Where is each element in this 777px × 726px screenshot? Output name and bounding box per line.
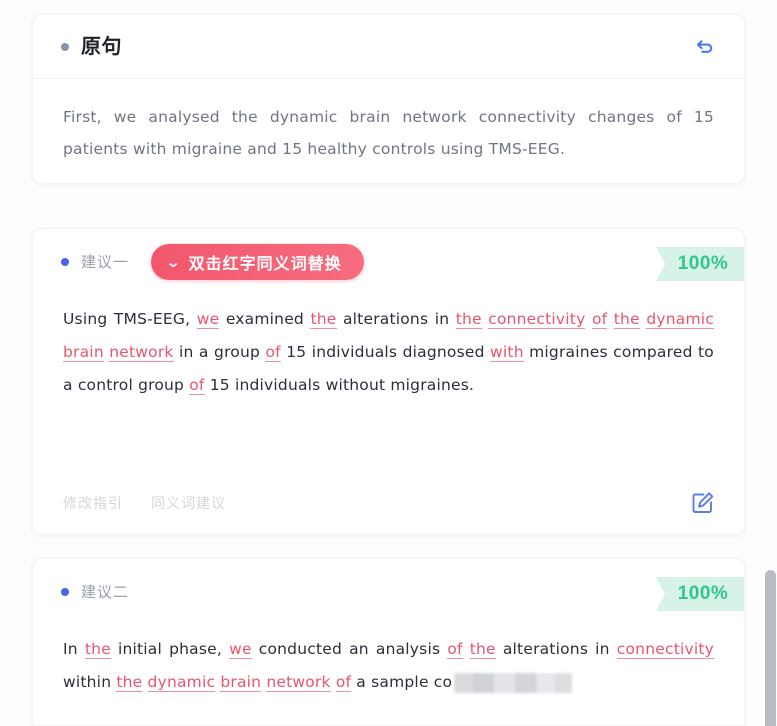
scrollbar-track[interactable] [764,0,777,726]
original-sentence-card: 原句 First, we analysed the dynamic brain … [32,14,745,184]
suggestion-2-score-badge: 100% [656,577,744,611]
highlighted-word[interactable]: connectivity [616,640,715,659]
highlighted-word[interactable]: the [469,640,496,659]
highlighted-word[interactable]: dynamic [147,673,216,692]
highlighted-word[interactable]: brain [220,673,262,692]
highlighted-word[interactable]: of [265,343,281,362]
edit-button[interactable] [688,488,718,518]
highlighted-word[interactable]: with [490,343,524,362]
suggestion-2-text: In the initial phase, we conducted an an… [63,640,715,693]
undo-button[interactable] [688,30,722,64]
review-panel: 原句 First, we analysed the dynamic brain … [0,0,777,726]
highlighted-word[interactable]: we [196,310,220,329]
highlighted-word[interactable]: dynamic [646,310,714,329]
highlighted-word[interactable]: of [335,673,352,692]
highlighted-word[interactable]: the [455,310,482,329]
highlighted-word[interactable]: the [310,310,337,329]
gray-dot-icon [61,42,69,51]
suggestion-1-text: Using TMS-EEG, we examined the alteratio… [63,310,714,395]
highlighted-word[interactable]: of [189,376,205,395]
suggestion-1-header: 建议一 ⌄ 双击红字同义词替换 100% [33,229,744,295]
synonym-suggestion-link[interactable]: 同义词建议 [151,493,226,513]
redacted-text-block [454,672,573,693]
highlighted-word[interactable]: connectivity [488,310,586,329]
suggestion-2-label: 建议二 [81,583,130,601]
highlighted-word[interactable]: of [447,640,463,659]
highlighted-word[interactable]: the [84,640,111,659]
highlighted-word[interactable]: the [613,310,640,329]
highlighted-word[interactable]: brain [63,343,104,362]
highlighted-word[interactable]: network [109,343,174,362]
undo-arrow-icon [696,39,713,53]
suggestion-1-label: 建议一 [81,253,130,271]
suggestion-1-score-badge: 100% [656,247,744,281]
suggestion-2-header: 建议二 100% [33,559,744,625]
suggestion-card-2: 建议二 100% In the initial phase, we conduc… [32,558,745,726]
highlighted-word[interactable]: the [116,673,143,692]
blue-dot-icon [61,588,69,596]
highlighted-word[interactable]: of [591,310,608,329]
original-sentence-header: 原句 [33,15,744,79]
blue-dot-icon [61,258,69,266]
suggestion-card-1: 建议一 ⌄ 双击红字同义词替换 100% Using TMS-EEG, we e… [32,228,745,535]
page-title: 原句 [81,35,122,58]
double-chevron-down-icon: ⌄ [165,253,183,271]
edit-square-pencil-icon [692,492,714,513]
suggestion-1-footer: 修改指引 同义词建议 [33,472,744,534]
synonym-hint-label: 双击红字同义词替换 [188,256,342,273]
original-sentence-text: First, we analysed the dynamic brain net… [63,108,714,158]
scrollbar-thumb[interactable] [765,570,776,726]
highlighted-word[interactable]: we [229,640,252,659]
synonym-hint-pill[interactable]: ⌄ 双击红字同义词替换 [151,244,364,280]
revision-guide-link[interactable]: 修改指引 [63,493,123,513]
highlighted-word[interactable]: network [266,673,331,692]
